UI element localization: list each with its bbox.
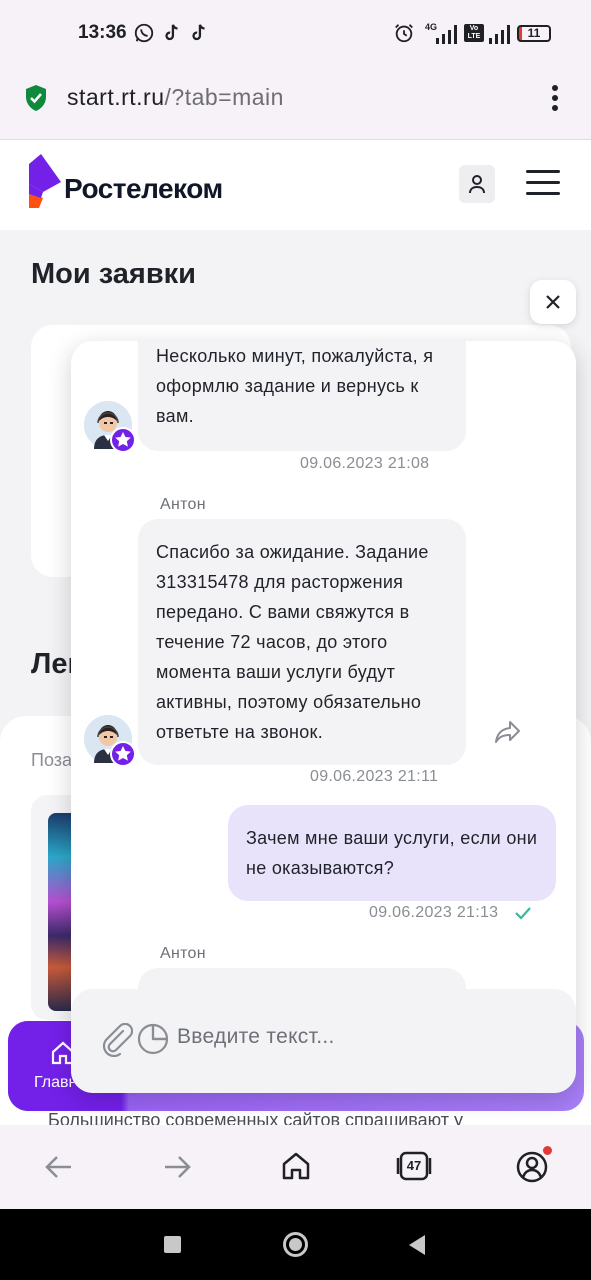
hamburger-menu-button[interactable] xyxy=(526,170,560,198)
url-path: /?tab=main xyxy=(164,84,284,110)
browser-url-bar[interactable]: start.rt.ru/?tab=main xyxy=(0,68,591,140)
account-circle-icon xyxy=(516,1151,548,1183)
operator-star-badge-icon xyxy=(110,741,136,767)
message-input[interactable]: Введите текст... xyxy=(177,1025,335,1049)
rostelecom-logo-icon[interactable] xyxy=(29,154,61,208)
sender-name: Антон xyxy=(160,496,206,513)
message-timestamp: 09.06.2023 21:11 xyxy=(310,768,439,785)
operator-avatar xyxy=(84,401,136,453)
brand-name[interactable]: Ростелеком xyxy=(64,173,223,205)
notification-dot xyxy=(543,1146,552,1155)
profile-button[interactable] xyxy=(459,165,495,203)
forward-arrow-icon[interactable] xyxy=(162,1153,192,1181)
back-arrow-icon[interactable] xyxy=(44,1153,74,1181)
delivered-check-icon xyxy=(515,907,531,920)
tabs-count: 47 xyxy=(406,1158,422,1173)
tiktok-icon xyxy=(165,24,178,41)
account-button[interactable] xyxy=(515,1146,552,1184)
more-vertical-icon[interactable] xyxy=(550,84,560,112)
signal-icon-2 xyxy=(489,25,510,44)
forward-share-icon[interactable] xyxy=(494,719,522,745)
chat-close-button[interactable] xyxy=(530,280,576,324)
url-host: start.rt.ru xyxy=(67,84,165,110)
status-time: 13:36 xyxy=(78,22,127,43)
close-icon xyxy=(546,295,560,309)
menu-line xyxy=(526,192,560,195)
nav-home-label: Главн xyxy=(34,1074,74,1091)
secure-shield-icon xyxy=(26,85,46,111)
tabs-button[interactable]: 47 xyxy=(396,1150,432,1182)
attach-paperclip-icon[interactable] xyxy=(101,1023,133,1057)
operator-star-badge-icon xyxy=(110,427,136,453)
home-circle-inner xyxy=(289,1238,302,1251)
tiktok-icon-2 xyxy=(192,24,205,41)
chat-messages[interactable]: Несколько минут, пожалуйста, я оформлю з… xyxy=(71,341,576,989)
user-icon xyxy=(469,175,485,194)
message-timestamp: 09.06.2023 21:08 xyxy=(300,455,430,472)
battery-indicator: 11 xyxy=(517,25,551,42)
signal-icon xyxy=(436,25,457,44)
incoming-message xyxy=(138,968,466,989)
whatsapp-icon xyxy=(134,23,154,43)
article-text: Большинство современных сайтов спрашиваю… xyxy=(48,1110,464,1126)
menu-line xyxy=(526,181,560,184)
site-header: Ростелеком xyxy=(0,140,591,230)
android-navigation-bar xyxy=(0,1209,591,1280)
page-title: Мои заявки xyxy=(31,258,197,290)
home-icon[interactable] xyxy=(281,1151,311,1181)
message-text: Несколько минут, пожалуйста, я оформлю з… xyxy=(156,346,434,426)
outgoing-message: Зачем мне ваши услуги, если они не оказы… xyxy=(228,805,556,901)
incoming-message: Спасибо за ожидание. Задание 313315478 д… xyxy=(138,519,466,765)
message-text: Зачем мне ваши услуги, если они не оказы… xyxy=(246,828,538,878)
volte-badge: Vo LTE xyxy=(464,24,484,42)
menu-line xyxy=(526,170,560,173)
message-text: Спасибо за ожидание. Задание 313315478 д… xyxy=(156,542,429,742)
back-triangle-icon[interactable] xyxy=(407,1234,427,1256)
panel-label: Поза xyxy=(31,750,73,770)
operator-avatar xyxy=(84,715,136,767)
status-bar: 13:36 4G Vo LTE 11 xyxy=(0,0,591,68)
sender-name: Антон xyxy=(160,945,206,962)
recents-square-icon[interactable] xyxy=(164,1236,181,1253)
message-timestamp: 09.06.2023 21:13 xyxy=(369,904,499,921)
section-title: Лен xyxy=(31,648,73,680)
chat-window: Несколько минут, пожалуйста, я оформлю з… xyxy=(71,341,576,1093)
incoming-message: Несколько минут, пожалуйста, я оформлю з… xyxy=(138,341,466,451)
chat-input-area[interactable]: Введите текст... xyxy=(71,989,576,1093)
home-circle-icon[interactable] xyxy=(283,1232,308,1257)
browser-bottom-toolbar: 47 xyxy=(0,1125,591,1209)
alarm-icon xyxy=(395,24,413,43)
url-text[interactable]: start.rt.ru/?tab=main xyxy=(67,84,284,111)
sticker-icon[interactable] xyxy=(137,1023,169,1055)
